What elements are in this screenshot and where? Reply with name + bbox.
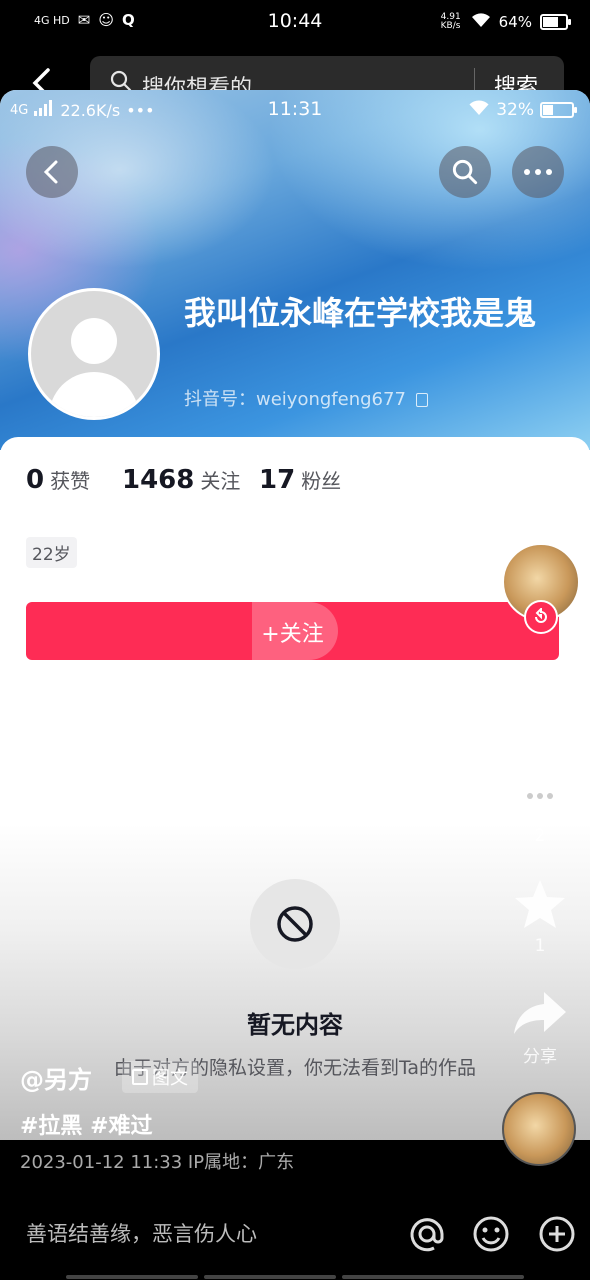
post-meta: 2023-01-12 11:33 IP属地：广东 [20,1152,295,1173]
share-label: 分享 [523,1047,557,1067]
more-button[interactable] [512,146,564,198]
share-icon [514,992,566,1034]
favorite-count: 1 [534,936,546,956]
like-count: 27 [529,716,551,736]
post-author[interactable]: @另方 [20,1060,92,1095]
wifi-icon [471,12,491,32]
post-type-badge: 图文 [122,1061,198,1093]
search-icon [110,70,132,92]
comment-input[interactable]: 善语结善缘，恶言伤人心 [26,1218,257,1248]
share-button[interactable] [512,990,568,1040]
follow-label: +关注 [261,622,324,647]
profile-back-button[interactable] [26,146,78,198]
stat-likes[interactable]: 0 获赞 [26,465,90,495]
follow-button[interactable]: +关注 [26,602,559,660]
emoji-button[interactable] [472,1215,510,1257]
search-icon [452,159,478,185]
post-image[interactable]: 4G 22.6K/s ••• 11:31 32% 我叫位永峰在学校我是鬼 抖音号… [0,90,590,1140]
heart-icon [514,660,566,706]
battery-percent: 64% [498,13,532,31]
mention-button[interactable] [408,1215,446,1257]
outer-status-bar: 4G HD ✉ ☺ Q 10:44 4.91 KB/s 64% [0,0,590,46]
battery-icon [540,102,577,118]
avatar[interactable] [28,288,160,420]
comment-button[interactable] [512,772,568,826]
stat-following[interactable]: 1468 关注 [122,465,240,495]
follow-plus-button[interactable] [524,600,558,634]
stat-followers[interactable]: 17 粉丝 [259,465,341,495]
chevron-left-icon [43,160,58,184]
nav-indicator-left [66,1275,198,1279]
music-disc[interactable] [502,1092,576,1166]
add-button[interactable] [538,1215,576,1257]
at-icon [410,1218,444,1252]
profile-search-button[interactable] [439,146,491,198]
comment-icon [516,776,564,820]
net-speed: 4.91 KB/s [440,12,461,31]
profile-sheet: 0 获赞 1468 关注 17 粉丝 22岁 +关注 暂无内容 由于对方的隐私设… [0,437,590,1140]
default-avatar-icon [49,318,139,417]
nav-indicator-mid [204,1275,336,1279]
status-right-icons: 4.91 KB/s 64% [440,12,571,32]
nav-indicator-right [342,1275,524,1279]
more-dots-icon [524,169,552,175]
like-button[interactable] [512,658,568,712]
inner-status-bar: 4G 22.6K/s ••• 11:31 32% [0,90,590,130]
refresh-icon [535,608,547,623]
profile-name: 我叫位永峰在学校我是鬼 [184,294,537,332]
post-hashtags[interactable]: #拉黑 #难过 [20,1108,153,1140]
favorite-button[interactable] [512,878,568,936]
private-icon [250,879,340,969]
plus-circle-icon [539,1216,575,1252]
emoji-icon [473,1216,509,1252]
age-tag: 22岁 [26,537,77,568]
empty-title: 暂无内容 [247,1011,343,1039]
battery-icon [540,14,571,30]
image-text-icon [132,1069,148,1085]
star-icon [515,880,565,928]
comment-count: 2 [534,826,546,846]
douyin-id[interactable]: 抖音号：weiyongfeng677 [184,385,428,411]
copy-icon[interactable] [415,393,428,407]
inner-battery-percent: 32% [496,100,534,120]
wifi-icon [468,99,490,121]
